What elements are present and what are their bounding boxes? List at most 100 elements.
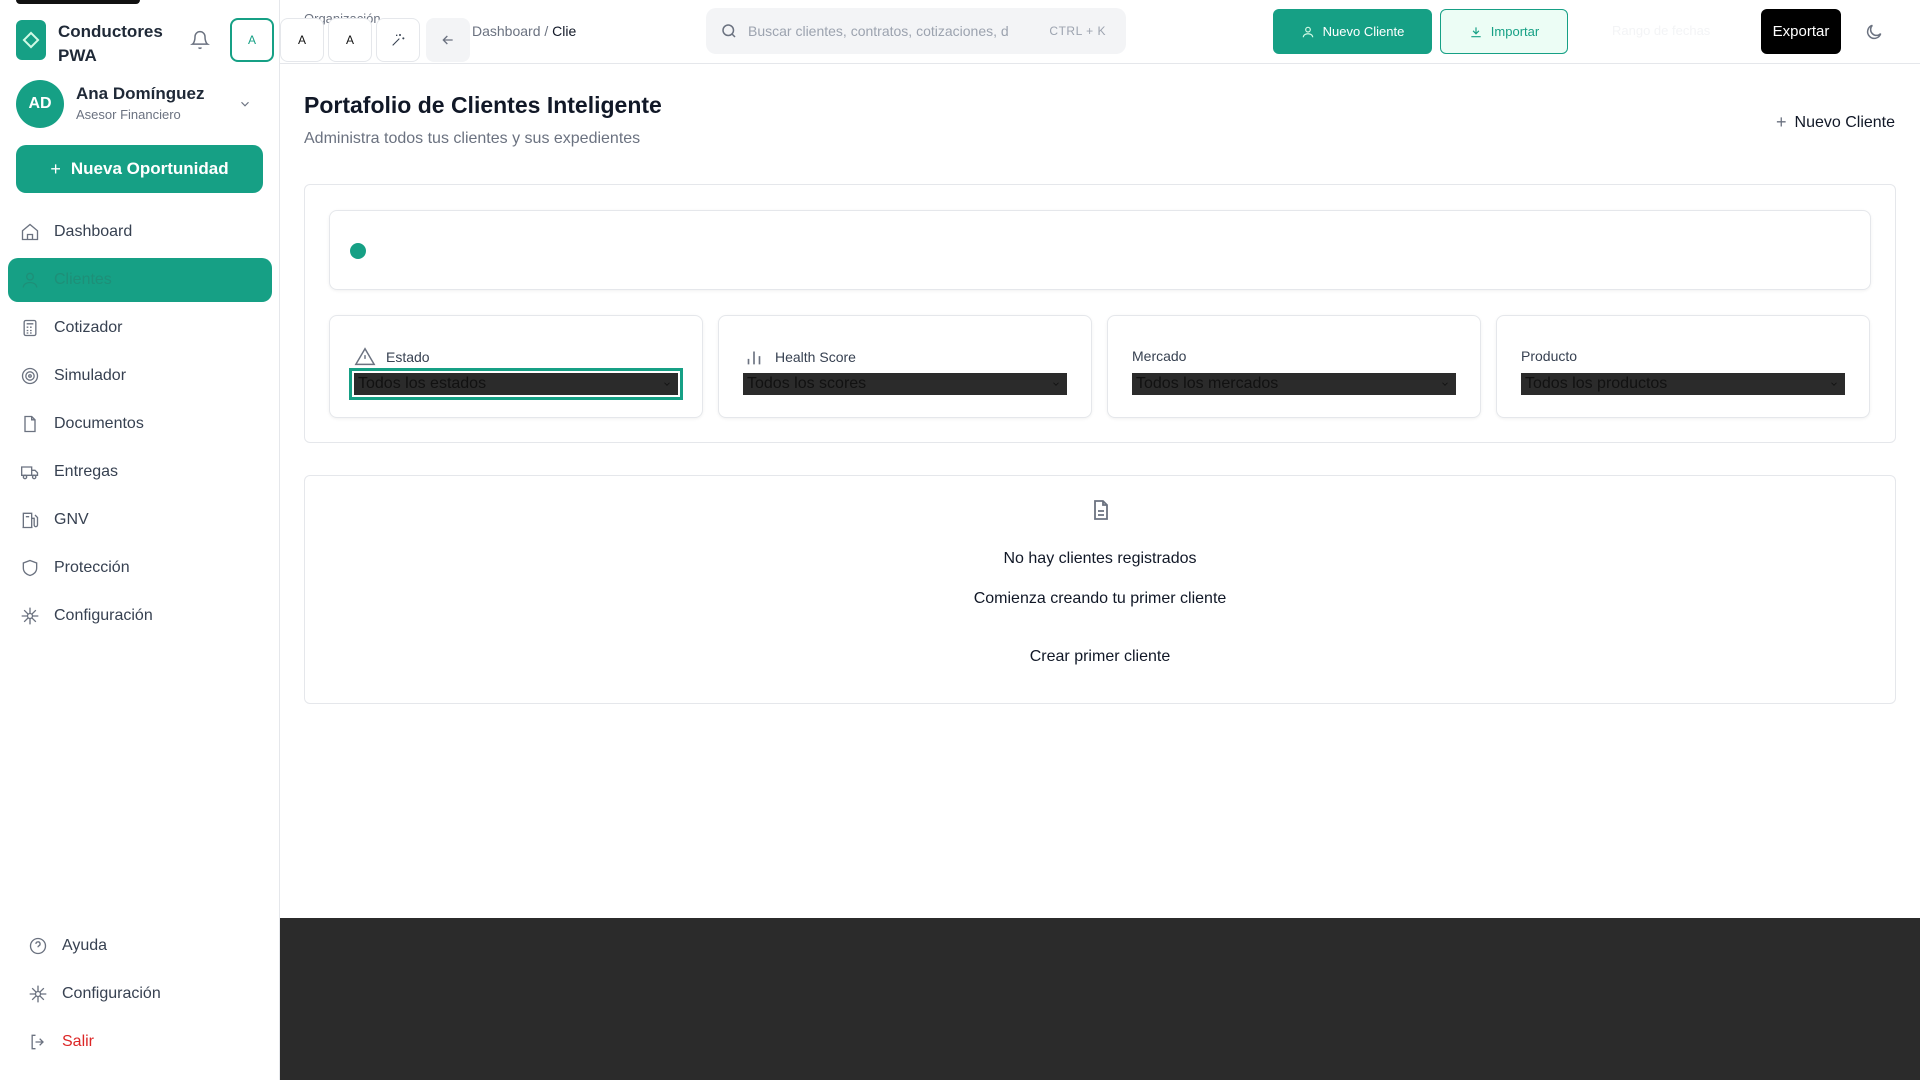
home-icon (21, 223, 39, 241)
filters-card: Estado Todos los estados Health Score To… (304, 184, 1896, 443)
new-client-button[interactable]: Nuevo Cliente (1273, 9, 1432, 54)
logout-label: Salir (62, 1033, 95, 1050)
document-icon (1094, 500, 1108, 520)
user-icon (1302, 26, 1313, 37)
page-subtitle: Administra todos tus clientes y sus expe… (304, 130, 641, 147)
sparkles-icon (392, 34, 405, 46)
arrow-left-icon (442, 35, 453, 45)
filter-estado: Estado Todos los estados (329, 315, 703, 418)
page-title: Portafolio de Clientes Inteligente (304, 92, 662, 118)
import-label: Importar (1490, 24, 1540, 39)
sidebar-footer: Ayuda Configuración Salir (24, 924, 264, 1068)
estado-select[interactable]: Todos los estados (349, 368, 683, 400)
user-profile[interactable]: AD Ana Domínguez Asesor Financiero (16, 80, 272, 128)
sidebar-item-label: Documentos (54, 415, 144, 432)
filter-mercado-label: Mercado (1132, 348, 1187, 364)
chevron-down-icon (1053, 382, 1059, 386)
smart-search-panel[interactable] (329, 210, 1871, 290)
download-icon (1471, 26, 1481, 37)
user-role: Asesor Financiero (76, 107, 181, 122)
estado-select-value: Todos los estados (358, 375, 487, 392)
brand[interactable]: Conductores PWA (16, 20, 168, 68)
empty-state: No hay clientes registrados Comienza cre… (304, 475, 1896, 704)
header-chip-a-2[interactable]: A (328, 18, 372, 62)
sidebar-item-label: GNV (54, 511, 89, 528)
sidebar-item-label: Clientes (54, 271, 112, 288)
plus-icon: + (1776, 112, 1787, 132)
sidebar-item-clientes[interactable]: Clientes (8, 258, 272, 302)
notifications-button[interactable] (180, 20, 220, 60)
create-first-client-button[interactable]: Crear primer cliente (305, 648, 1895, 666)
target-icon (21, 367, 39, 385)
health-select-value: Todos los scores (747, 375, 867, 392)
global-search[interactable]: Buscar clientes, contratos, cotizaciones… (706, 8, 1126, 54)
sidebar-item-entregas[interactable]: Entregas (8, 450, 272, 494)
sidebar-item-label: Ayuda (62, 937, 108, 954)
bell-icon (190, 30, 210, 50)
sidebar-item-configuracion[interactable]: Configuración (8, 594, 272, 638)
bar-chart-icon (747, 351, 761, 365)
filter-health-score: Health Score Todos los scores (718, 315, 1092, 418)
mercado-select[interactable]: Todos los mercados (1132, 373, 1456, 395)
filter-mercado: Mercado Todos los mercados (1107, 315, 1481, 418)
sidebar-item-gnv[interactable]: GNV (8, 498, 272, 542)
logout-button[interactable]: Salir (24, 1020, 264, 1064)
search-shortcut: CTRL + K (1049, 24, 1106, 38)
warning-icon (354, 347, 376, 366)
magic-wand-button[interactable] (376, 18, 420, 62)
document-icon (24, 415, 36, 433)
sidebar-item-label: Entregas (54, 463, 119, 480)
chevron-down-icon (664, 382, 670, 386)
sidebar-item-label: Configuración (54, 607, 153, 624)
app-logo-icon (16, 20, 46, 60)
import-button[interactable]: Importar (1440, 9, 1568, 54)
search-input[interactable]: Buscar clientes, contratos, cotizaciones… (748, 23, 1039, 39)
date-range-button[interactable]: Rango de fechas (1612, 23, 1710, 38)
page-new-client-button[interactable]: + Nuevo Cliente (1776, 112, 1895, 133)
filter-estado-label: Estado (354, 346, 430, 368)
sidebar-nav: Dashboard Clientes Cotizador Simulador D… (8, 210, 272, 642)
sidebar-item-dashboard[interactable]: Dashboard (8, 210, 272, 254)
filter-producto: Producto Todos los productos (1496, 315, 1870, 418)
empty-state-subtitle: Comienza creando tu primer cliente (973, 590, 1227, 607)
sidebar-item-proteccion[interactable]: Protección (8, 546, 272, 590)
new-opportunity-label: Nueva Oportunidad (70, 159, 229, 178)
producto-select[interactable]: Todos los productos (1521, 373, 1845, 395)
fuel-icon (22, 512, 39, 529)
account-avatar-button[interactable]: A (230, 18, 274, 62)
top-header: Organización A A Dashboard / Clie Buscar… (280, 0, 1920, 64)
back-button[interactable] (426, 18, 470, 62)
health-score-select[interactable]: Todos los scores (743, 373, 1067, 395)
moon-icon[interactable] (1864, 22, 1884, 42)
export-button[interactable]: Exportar (1761, 9, 1841, 54)
calculator-icon (23, 319, 37, 337)
filter-label-text: Estado (386, 349, 430, 365)
breadcrumb-current: Clie (552, 23, 577, 39)
chevron-down-icon[interactable] (238, 97, 252, 111)
filter-health-label: Health Score (743, 346, 856, 368)
sidebar-item-label: Protección (54, 559, 130, 576)
header-chip-a[interactable]: A (280, 18, 324, 62)
bottom-overlay (280, 918, 1920, 1080)
sidebar-item-documentos[interactable]: Documentos (8, 402, 272, 446)
gear-icon (21, 607, 39, 625)
filter-producto-label: Producto (1521, 348, 1578, 364)
page-new-client-label: Nuevo Cliente (1794, 113, 1896, 131)
plus-icon: + (50, 158, 61, 179)
sidebar-item-ayuda[interactable]: Ayuda (24, 924, 264, 968)
help-icon (29, 937, 47, 955)
logout-icon (31, 1034, 44, 1050)
filter-label-text: Health Score (775, 349, 856, 365)
sidebar: Conductores PWA A AD Ana Domínguez Aseso… (0, 0, 280, 1080)
search-icon (722, 24, 736, 38)
create-first-client-label: Crear primer cliente (1029, 648, 1171, 665)
sidebar-item-simulador[interactable]: Simulador (8, 354, 272, 398)
sidebar-item-cotizador[interactable]: Cotizador (8, 306, 272, 350)
truck-icon (21, 466, 39, 480)
sidebar-item-configuracion-footer[interactable]: Configuración (24, 972, 264, 1016)
new-opportunity-button[interactable]: + Nueva Oportunidad (16, 145, 263, 193)
breadcrumb-dashboard[interactable]: Dashboard / (472, 23, 548, 39)
user-icon (22, 272, 38, 288)
chevron-down-icon (1831, 382, 1837, 386)
new-client-label: Nuevo Cliente (1322, 24, 1405, 39)
